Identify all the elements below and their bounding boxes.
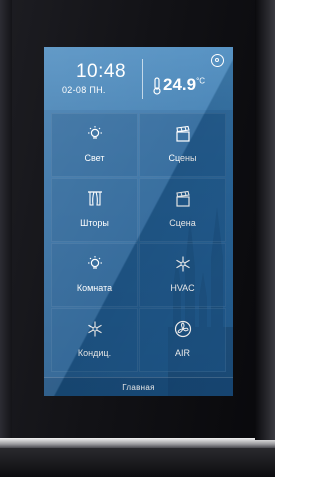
tile-room[interactable]: Комната: [51, 243, 138, 307]
tile-label: HVAC: [170, 283, 195, 293]
device-base: [0, 448, 275, 477]
tile-label: Шторы: [80, 218, 109, 228]
tile-hvac[interactable]: HVAC: [139, 243, 226, 307]
tile-label: Сцена: [169, 218, 196, 228]
device-frame: 10:48 02-08 ПН. 24.9°C Свет Сцены Шторы …: [0, 0, 275, 477]
light-bulb-icon: [87, 256, 102, 269]
snowflake-icon: [175, 256, 190, 272]
temperature-unit: °C: [196, 76, 206, 86]
tile-label: AIR: [174, 348, 190, 358]
tile-label: Свет: [84, 153, 105, 163]
thermometer-icon: [153, 77, 161, 95]
header-divider: [142, 59, 143, 99]
home-bar[interactable]: Главная: [44, 377, 233, 396]
light-bulb-icon: [87, 126, 102, 139]
temperature-value: 24.9: [163, 75, 197, 94]
clapperboard-icon: [175, 125, 190, 142]
tile-label: Сцены: [168, 153, 197, 163]
clapperboard-icon: [175, 190, 190, 207]
tile-air-conditioner[interactable]: Кондиц.: [51, 308, 138, 372]
tile-light[interactable]: Свет: [51, 113, 138, 177]
settings-icon[interactable]: [211, 54, 224, 67]
touch-screen: 10:48 02-08 ПН. 24.9°C Свет Сцены Шторы …: [44, 47, 233, 396]
curtain-icon: [87, 191, 102, 206]
tile-grid: Свет Сцены Шторы Сцена Комната HVAC Конд…: [51, 113, 226, 373]
tile-scene[interactable]: Сцена: [139, 178, 226, 242]
tile-label: Кондиц.: [77, 348, 112, 358]
clock-date: 02-08 ПН.: [62, 85, 106, 95]
tile-curtains[interactable]: Шторы: [51, 178, 138, 242]
clock-time: 10:48: [75, 61, 127, 82]
chrome-bottom-edge: [0, 438, 275, 448]
home-label: Главная: [122, 383, 155, 392]
fan-icon: [174, 320, 191, 338]
tile-label: Комната: [76, 283, 113, 293]
tile-air[interactable]: AIR: [139, 308, 226, 372]
temperature-reading: 24.9°C: [163, 75, 205, 95]
tile-scenes[interactable]: Сцены: [139, 113, 226, 177]
snowflake-icon: [87, 321, 102, 337]
